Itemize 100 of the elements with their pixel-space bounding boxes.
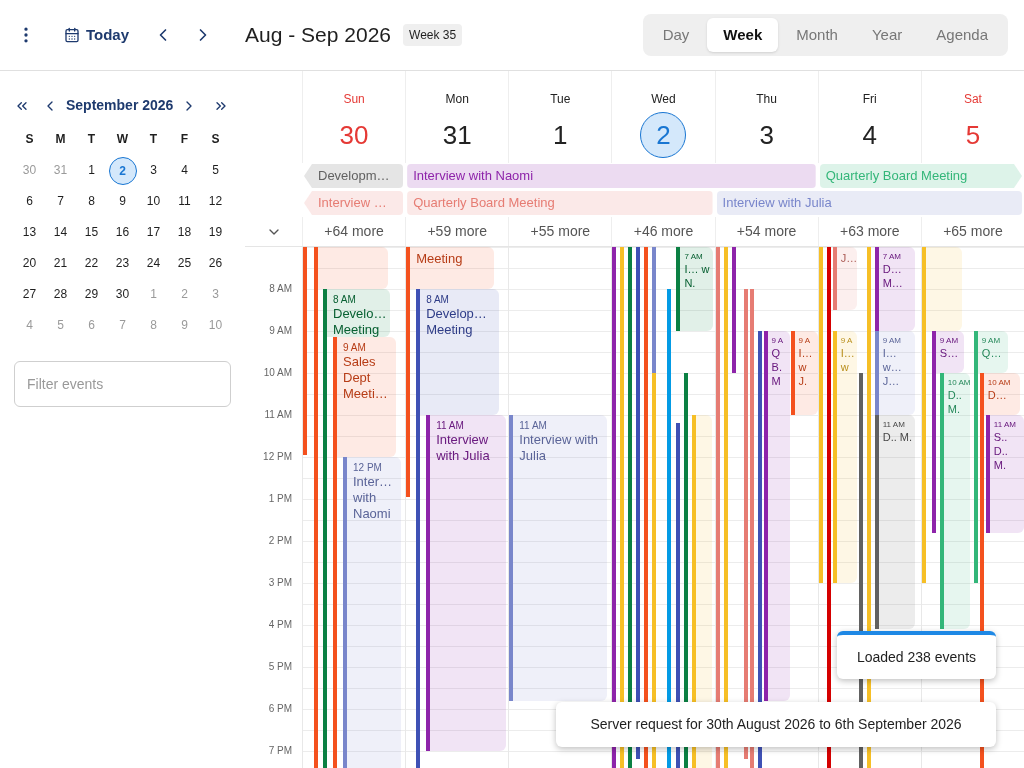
event-card[interactable]: 8 AM Develop… Meeting bbox=[416, 289, 500, 415]
view-tab[interactable]: Day bbox=[646, 17, 706, 53]
event-title: I… w… J… bbox=[882, 346, 903, 388]
date-cell[interactable]: 30 bbox=[108, 280, 137, 309]
event-time: 7 AM bbox=[882, 251, 901, 262]
event-time: 12 PM bbox=[353, 461, 382, 474]
date-cell[interactable]: 24 bbox=[139, 249, 168, 278]
date-cell[interactable]: 25 bbox=[170, 249, 199, 278]
date-cell[interactable]: 28 bbox=[46, 280, 75, 309]
date-cell[interactable]: 6 bbox=[15, 187, 44, 216]
today-button[interactable]: Today bbox=[56, 19, 138, 51]
date-cell[interactable]: 15 bbox=[77, 218, 106, 247]
event-time: 9 AM bbox=[343, 341, 366, 355]
event-time: 9 A bbox=[771, 335, 784, 346]
date-cell[interactable]: 2 bbox=[108, 156, 137, 185]
event-card[interactable]: 9 A I… w J. bbox=[790, 331, 818, 415]
date-cell[interactable]: 8 bbox=[77, 187, 106, 216]
all-day-event[interactable]: Interview with Naomi bbox=[407, 164, 816, 188]
event-card[interactable]: 11 AM Interview with Julia bbox=[509, 415, 608, 701]
all-day-event[interactable]: Developm… bbox=[304, 164, 404, 188]
date-cell[interactable]: 18 bbox=[170, 218, 199, 247]
event-time: 11 AM bbox=[519, 419, 547, 432]
more-link[interactable]: +63 more bbox=[840, 221, 900, 242]
date-cell[interactable]: 27 bbox=[15, 280, 44, 309]
more-link[interactable]: +54 more bbox=[736, 221, 797, 242]
event-card[interactable]: 11 AM S.. D.. M. bbox=[985, 415, 1024, 533]
event-title: I… w bbox=[840, 346, 855, 374]
date-cell[interactable]: 23 bbox=[108, 249, 137, 278]
event-title: I… w J. bbox=[798, 346, 814, 388]
hour-label: 10 AM bbox=[263, 367, 292, 379]
day-name: Sat bbox=[963, 91, 982, 108]
filter-field[interactable]: Filter events bbox=[14, 361, 231, 407]
date-cell[interactable]: 20 bbox=[15, 249, 44, 278]
day-number[interactable]: 5 bbox=[949, 112, 996, 158]
date-cell[interactable]: 11 bbox=[170, 187, 199, 216]
event-card[interactable]: 10 AM D.. M. bbox=[939, 373, 970, 630]
day-number[interactable]: 3 bbox=[743, 112, 790, 158]
event-time: 11 AM bbox=[993, 419, 1016, 430]
event-card[interactable]: 11 AM D.. M. bbox=[874, 415, 915, 630]
event-title: Interview with Julia bbox=[519, 432, 600, 464]
event-time: 11 AM bbox=[436, 419, 464, 432]
event-title: S… bbox=[939, 346, 959, 360]
view-tab[interactable]: Month bbox=[780, 17, 854, 53]
event-card[interactable]: 8 AM Develo… Meeting bbox=[323, 289, 390, 338]
event-card[interactable]: Meeting bbox=[406, 247, 495, 289]
event-card[interactable]: 9 AM S… bbox=[931, 331, 964, 373]
hour-label: 2 PM bbox=[268, 535, 292, 547]
weekday-label: S bbox=[24, 131, 35, 148]
event-card[interactable]: 9 AM Q… bbox=[973, 331, 1008, 373]
date-cell[interactable]: 19 bbox=[201, 218, 230, 247]
hour-label: 5 PM bbox=[268, 661, 292, 673]
event-card[interactable]: 9 A Q B. M bbox=[763, 331, 790, 701]
event-card[interactable]: 9 AM I… w… J… bbox=[874, 331, 915, 415]
hour-label: 4 PM bbox=[268, 619, 292, 631]
view-tab[interactable]: Year bbox=[855, 17, 919, 53]
event-title: Q… bbox=[981, 346, 1002, 360]
event-time: 10 AM bbox=[987, 377, 1011, 388]
date-cell[interactable]: 21 bbox=[46, 249, 75, 278]
view-tab[interactable]: Week bbox=[707, 17, 779, 53]
day-number[interactable]: 4 bbox=[846, 112, 893, 158]
day-number[interactable]: 30 bbox=[331, 112, 378, 158]
day-number[interactable]: 31 bbox=[434, 112, 481, 158]
date-cell[interactable]: 9 bbox=[108, 187, 137, 216]
weekday-label: W bbox=[115, 131, 130, 148]
date-cell[interactable]: 5 bbox=[201, 156, 230, 185]
event-card[interactable]: 7 AM D… M… bbox=[874, 247, 915, 331]
event-card[interactable]: 9 AM Sales Dept Meeti… bbox=[333, 337, 396, 457]
date-cell[interactable]: 12 bbox=[201, 187, 230, 216]
date-cell[interactable]: 17 bbox=[139, 218, 168, 247]
date-cell[interactable]: 29 bbox=[77, 280, 106, 309]
more-link[interactable]: +59 more bbox=[427, 221, 487, 242]
date-cell[interactable]: 14 bbox=[46, 218, 75, 247]
event-card[interactable]: 12 PM Inter… with Naomi bbox=[343, 457, 401, 768]
date-cell[interactable]: 1 bbox=[77, 156, 106, 185]
more-link[interactable]: +46 more bbox=[633, 221, 694, 242]
date-cell[interactable]: 13 bbox=[15, 218, 44, 247]
date-cell[interactable]: 26 bbox=[201, 249, 230, 278]
event-time: 8 AM bbox=[333, 293, 356, 306]
date-cell[interactable]: 22 bbox=[77, 249, 106, 278]
range-title: Aug - Sep 2026 bbox=[245, 22, 391, 49]
date-cell[interactable]: 4 bbox=[170, 156, 199, 185]
month-title: September 2026 bbox=[66, 96, 174, 115]
date-cell[interactable]: 3 bbox=[139, 156, 168, 185]
date-cell[interactable]: 16 bbox=[108, 218, 137, 247]
event-card[interactable]: 11 AM Interview with Julia bbox=[426, 415, 507, 751]
date-cell[interactable]: 10 bbox=[139, 187, 168, 216]
event-card[interactable]: J… bbox=[832, 247, 857, 310]
event-card[interactable]: 10 AM D… bbox=[979, 373, 1020, 415]
event-title: Q B. M bbox=[771, 346, 783, 388]
more-link[interactable]: +64 more bbox=[324, 221, 384, 242]
date-cell[interactable]: 7 bbox=[46, 187, 75, 216]
more-link[interactable]: +55 more bbox=[530, 221, 591, 242]
event-card[interactable]: 7 AM I… w N. bbox=[676, 247, 714, 331]
event-card[interactable] bbox=[314, 247, 388, 289]
day-number[interactable]: 1 bbox=[537, 112, 584, 158]
day-number[interactable]: 2 bbox=[640, 112, 687, 158]
view-tab[interactable]: Agenda bbox=[920, 17, 1004, 53]
more-link[interactable]: +65 more bbox=[943, 221, 1003, 242]
event-title: Develo… Meeting bbox=[333, 306, 387, 338]
hour-label: 8 AM bbox=[269, 283, 292, 295]
